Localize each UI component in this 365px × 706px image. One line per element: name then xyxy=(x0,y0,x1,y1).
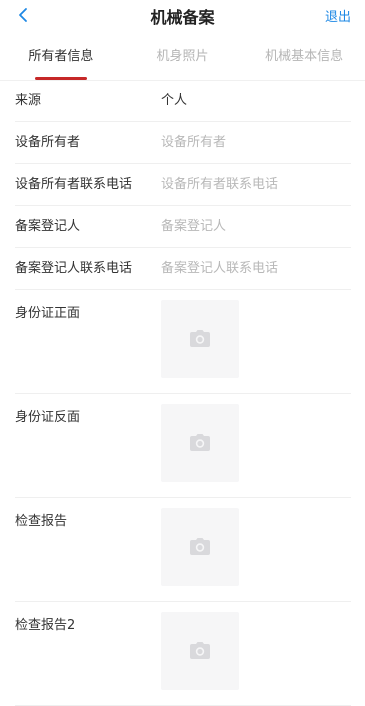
registrant-field[interactable] xyxy=(161,216,351,237)
owner-info-form: 来源 个人 设备所有者 设备所有者联系电话 备案登记人 备案登记人联系电话 身份… xyxy=(0,80,365,706)
camera-icon xyxy=(190,434,210,451)
inspection-report-2-upload[interactable] xyxy=(161,612,239,690)
form-row-id-back: 身份证反面 xyxy=(15,394,351,498)
form-row-source: 来源 个人 xyxy=(15,80,351,122)
nav-bar: 机械备案 退出 xyxy=(0,0,365,30)
form-row-inspection-report: 检查报告 xyxy=(15,498,351,602)
form-row-registrant-phone: 备案登记人联系电话 xyxy=(15,248,351,290)
tab-label: 机械基本信息 xyxy=(265,49,344,64)
inspection-report-2-label: 检查报告2 xyxy=(15,618,76,633)
camera-icon xyxy=(190,330,210,347)
tab-owner-info[interactable]: 所有者信息 xyxy=(0,36,122,80)
tab-label: 机身照片 xyxy=(156,49,209,64)
camera-icon xyxy=(190,642,210,659)
tab-label: 所有者信息 xyxy=(28,49,94,64)
exit-button[interactable]: 退出 xyxy=(325,6,351,25)
form-row-registrant: 备案登记人 xyxy=(15,206,351,248)
owner-phone-label: 设备所有者联系电话 xyxy=(15,177,133,192)
owner-field[interactable] xyxy=(161,132,351,153)
inspection-report-label: 检查报告 xyxy=(15,514,68,529)
form-row-id-front: 身份证正面 xyxy=(15,290,351,394)
tab-machine-photos[interactable]: 机身照片 xyxy=(122,36,244,80)
id-back-label: 身份证反面 xyxy=(15,410,81,425)
registrant-label: 备案登记人 xyxy=(15,219,81,234)
registrant-phone-label: 备案登记人联系电话 xyxy=(15,261,133,276)
form-row-inspection-report-2: 检查报告2 xyxy=(15,602,351,706)
source-label: 来源 xyxy=(15,93,42,108)
id-back-upload[interactable] xyxy=(161,404,239,482)
id-front-label: 身份证正面 xyxy=(15,306,81,321)
owner-label: 设备所有者 xyxy=(15,135,81,150)
inspection-report-upload[interactable] xyxy=(161,508,239,586)
page-title: 机械备案 xyxy=(150,8,215,27)
source-value[interactable]: 个人 xyxy=(161,80,351,121)
form-row-owner: 设备所有者 xyxy=(15,122,351,164)
tab-bar: 所有者信息 机身照片 机械基本信息 xyxy=(0,36,365,81)
id-front-upload[interactable] xyxy=(161,300,239,378)
camera-icon xyxy=(190,538,210,555)
tab-machine-basic-info[interactable]: 机械基本信息 xyxy=(243,36,365,80)
registrant-phone-field[interactable] xyxy=(161,258,351,279)
form-row-owner-phone: 设备所有者联系电话 xyxy=(15,164,351,206)
owner-phone-field[interactable] xyxy=(161,174,351,195)
